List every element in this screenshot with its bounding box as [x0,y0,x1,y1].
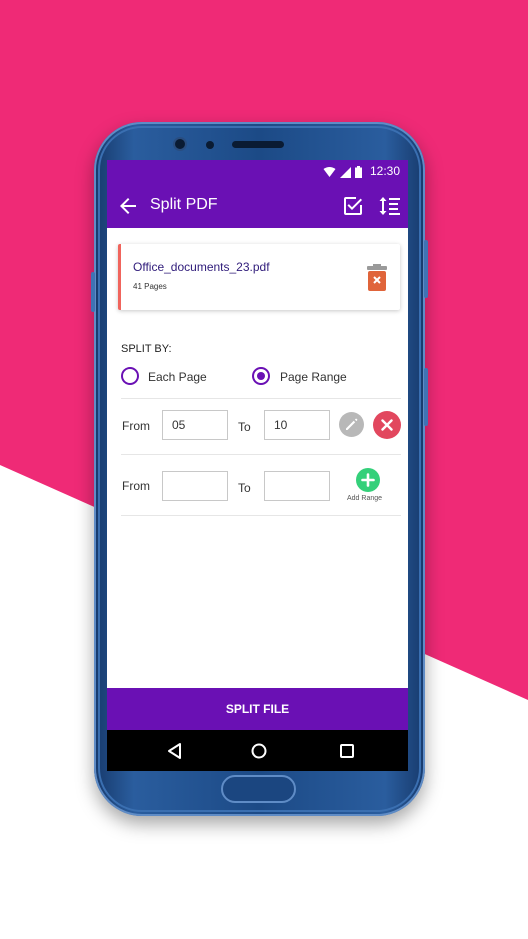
power-button [424,368,428,426]
back-triangle-icon[interactable] [165,741,185,761]
plus-icon [361,473,375,487]
add-range-button[interactable] [356,468,380,492]
phone-frame: 12:30 Split PDF Office_documents_23.pdf … [91,122,428,816]
side-button-top [424,240,428,298]
file-card[interactable]: Office_documents_23.pdf 41 Pages [118,244,400,310]
sort-icon[interactable] [378,194,402,218]
cellular-signal-icon [340,166,351,178]
divider [121,454,401,455]
split-file-button[interactable]: SPLIT FILE [107,688,408,730]
status-icons [323,165,362,179]
file-name: Office_documents_23.pdf [133,260,270,274]
range-2-from-input[interactable] [162,471,228,501]
battery-icon [355,166,362,178]
sensor [206,141,214,149]
wifi-icon [323,166,336,177]
radio-page-range[interactable] [252,367,270,385]
range-2-to-label: To [238,481,251,495]
range-1-from-label: From [122,419,150,433]
range-2-from-label: From [122,479,150,493]
range-1-to-input[interactable]: 10 [264,410,330,440]
close-icon [381,419,393,431]
select-all-check-icon[interactable] [341,194,365,218]
remove-range-button[interactable] [373,411,401,439]
divider [121,398,401,399]
pencil-icon [346,418,358,430]
page-title: Split PDF [150,196,218,213]
radio-each-page[interactable] [121,367,139,385]
range-2-to-input[interactable] [264,471,330,501]
file-page-count: 41 Pages [133,282,167,291]
split-by-label: SPLIT BY: [121,343,172,355]
trash-icon[interactable] [365,264,389,292]
system-nav-bar [107,730,408,771]
add-range-label[interactable]: Add Range [347,495,382,502]
edit-range-button[interactable] [339,412,364,437]
divider [121,515,401,516]
recents-square-icon[interactable] [337,741,357,761]
phone-screen: 12:30 Split PDF Office_documents_23.pdf … [107,160,408,771]
arrow-left-icon[interactable] [116,194,140,218]
radio-page-range-label[interactable]: Page Range [280,370,347,384]
app-bar: Split PDF [107,184,408,228]
volume-button [91,272,95,312]
home-button[interactable] [221,775,296,803]
range-1-to-label: To [238,420,251,434]
earpiece-speaker [232,141,284,148]
status-bar: 12:30 [107,160,408,184]
front-camera [173,137,187,151]
range-1-from-input[interactable]: 05 [162,410,228,440]
status-time: 12:30 [369,164,400,178]
radio-each-page-label[interactable]: Each Page [148,370,207,384]
home-circle-icon[interactable] [249,741,269,761]
